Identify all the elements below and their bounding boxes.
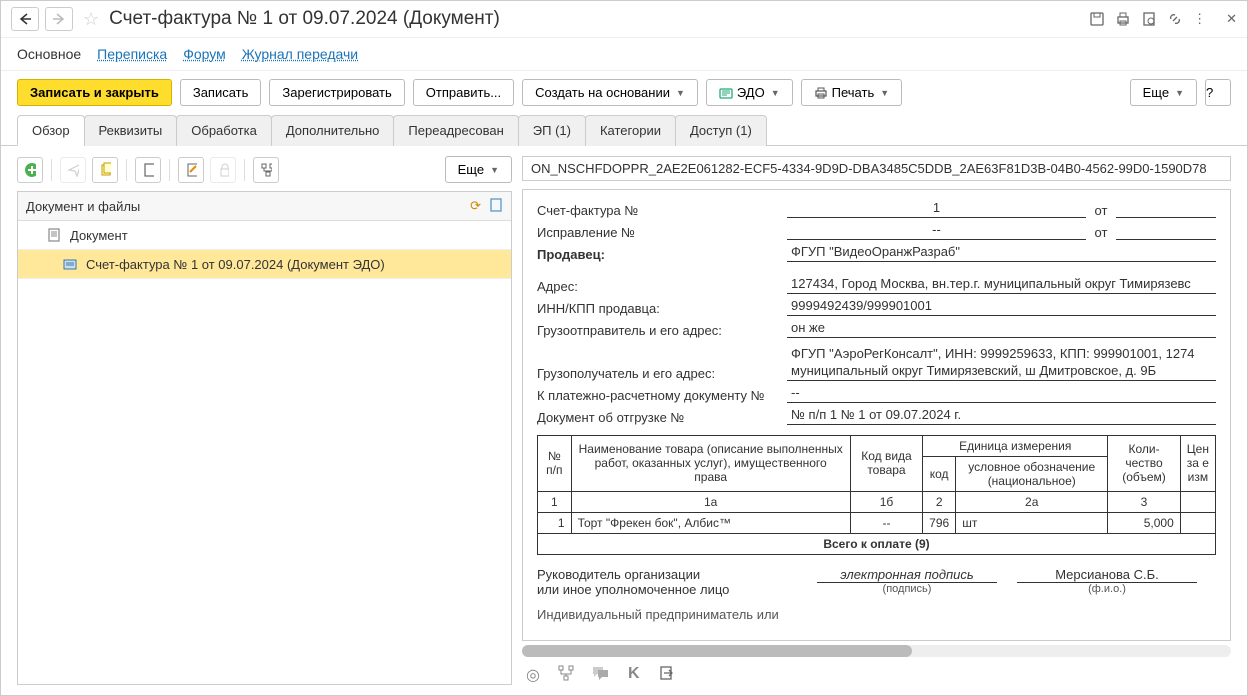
tree-header-label: Документ и файлы [26,199,140,214]
tree-button[interactable] [253,157,279,183]
send-button[interactable]: Отправить... [413,79,514,106]
forward-button[interactable] [45,7,73,31]
arrow-left-icon [18,13,32,25]
subtab-redirected[interactable]: Переадресован [393,115,518,146]
address-value: 127434, Город Москва, вн.тер.г. муниципа… [787,276,1216,294]
corr-label: Исправление № [537,225,787,240]
window-title: Счет-фактура № 1 от 09.07.2024 (Документ… [109,8,1083,30]
sign-head-label: Руководитель организации или иное уполно… [537,567,797,597]
document-preview[interactable]: Счет-фактура № 1 от Исправление № -- от … [522,189,1231,641]
invoice-table: № п/п Наименование товара (описание выпо… [537,435,1216,555]
edo-file-icon [62,256,78,272]
corr-value: -- [787,222,1086,240]
kebab-menu-icon[interactable]: ⋮ [1193,11,1206,27]
horizontal-scrollbar[interactable] [522,645,1231,657]
send-file-button[interactable] [60,157,86,183]
link-icon[interactable] [1167,11,1183,27]
consignee-label: Грузополучатель и его адрес: [537,366,787,381]
send-icon [67,162,79,178]
arrow-right-icon [52,13,66,25]
shipper-label: Грузоотправитель и его адрес: [537,323,787,338]
close-icon[interactable]: ✕ [1226,11,1237,27]
save-icon[interactable] [1089,11,1105,27]
create-based-button[interactable]: Создать на основании▼ [522,79,698,106]
sf-no-label: Счет-фактура № [537,203,787,218]
edo-icon [719,86,733,100]
copy-icon [99,162,111,178]
save-close-button[interactable]: Записать и закрыть [17,79,172,106]
view-button[interactable] [135,157,161,183]
edit-button[interactable] [178,157,204,183]
refresh-icon[interactable]: ⟳ [470,198,481,214]
signature-value: электронная подпись [817,567,997,583]
document-icon [46,227,62,243]
stamp-icon[interactable]: ◎ [526,665,540,685]
edo-button[interactable]: ЭДО▼ [706,79,793,106]
copy-button[interactable] [92,157,118,183]
subtab-categories[interactable]: Категории [585,115,676,146]
left-more-button[interactable]: Еще▼ [445,156,512,183]
subtab-overview[interactable]: Обзор [17,115,85,146]
page-icon [142,162,154,178]
help-button[interactable]: ? [1205,79,1231,106]
plus-circle-icon [24,162,36,178]
pay-value: -- [787,385,1216,403]
preview-icon[interactable] [1141,11,1157,27]
favorite-star-icon[interactable]: ☆ [83,9,99,30]
lock-button[interactable] [210,157,236,183]
subtab-access[interactable]: Доступ (1) [675,115,767,146]
tree-file[interactable]: Счет-фактура № 1 от 09.07.2024 (Документ… [18,250,511,279]
subtab-processing[interactable]: Обработка [176,115,272,146]
shipper-value: он же [787,320,1216,338]
ip-label: Индивидуальный предприниматель или [537,607,1216,622]
tab-forum[interactable]: Форум [183,46,226,62]
export-icon[interactable] [658,665,674,685]
inn-value: 9999492439/999901001 [787,298,1216,316]
inn-label: ИНН/КПП продавца: [537,301,787,316]
tree-icon [260,162,272,178]
address-label: Адрес: [537,279,787,294]
lock-icon [217,162,229,178]
hierarchy-icon[interactable] [558,665,574,685]
tab-main[interactable]: Основное [17,46,81,62]
k-icon[interactable]: K [628,665,640,685]
back-button[interactable] [11,7,39,31]
tab-journal[interactable]: Журнал передачи [242,46,358,62]
pay-label: К платежно-расчетному документу № [537,388,787,403]
file-tree[interactable]: Документ и файлы ⟳ Документ [17,191,512,685]
add-button[interactable] [17,157,43,183]
subtab-requisites[interactable]: Реквизиты [84,115,178,146]
shipdoc-label: Документ об отгрузке № [537,410,787,425]
page-icon2[interactable] [489,198,503,214]
more-button[interactable]: Еще▼ [1130,79,1197,106]
print-button[interactable]: Печать▼ [801,79,903,106]
pencil-icon [185,162,197,178]
save-button[interactable]: Записать [180,79,262,106]
filename-field[interactable]: ON_NSCHFDOPPR_2AE2E061282-ECF5-4334-9D9D… [522,156,1231,181]
chat-icon[interactable] [592,665,610,685]
register-button[interactable]: Зарегистрировать [269,79,404,106]
fio-value: Мерсианова С.Б. [1017,567,1197,583]
print-icon[interactable] [1115,11,1131,27]
subtab-additional[interactable]: Дополнительно [271,115,395,146]
sf-no-value: 1 [787,200,1086,218]
tree-root[interactable]: Документ [18,221,511,250]
seller-value: ФГУП "ВидеоОранжРазраб" [787,244,1216,262]
tab-correspondence[interactable]: Переписка [97,46,167,62]
from-label: от [1086,203,1116,218]
consignee-value: ФГУП "АэроРегКонсалт", ИНН: 9999259633, … [787,346,1216,381]
subtab-ep[interactable]: ЭП (1) [518,115,586,146]
seller-label: Продавец: [537,247,787,262]
printer-icon [814,86,828,100]
shipdoc-value: № п/п 1 № 1 от 09.07.2024 г. [787,407,1216,425]
